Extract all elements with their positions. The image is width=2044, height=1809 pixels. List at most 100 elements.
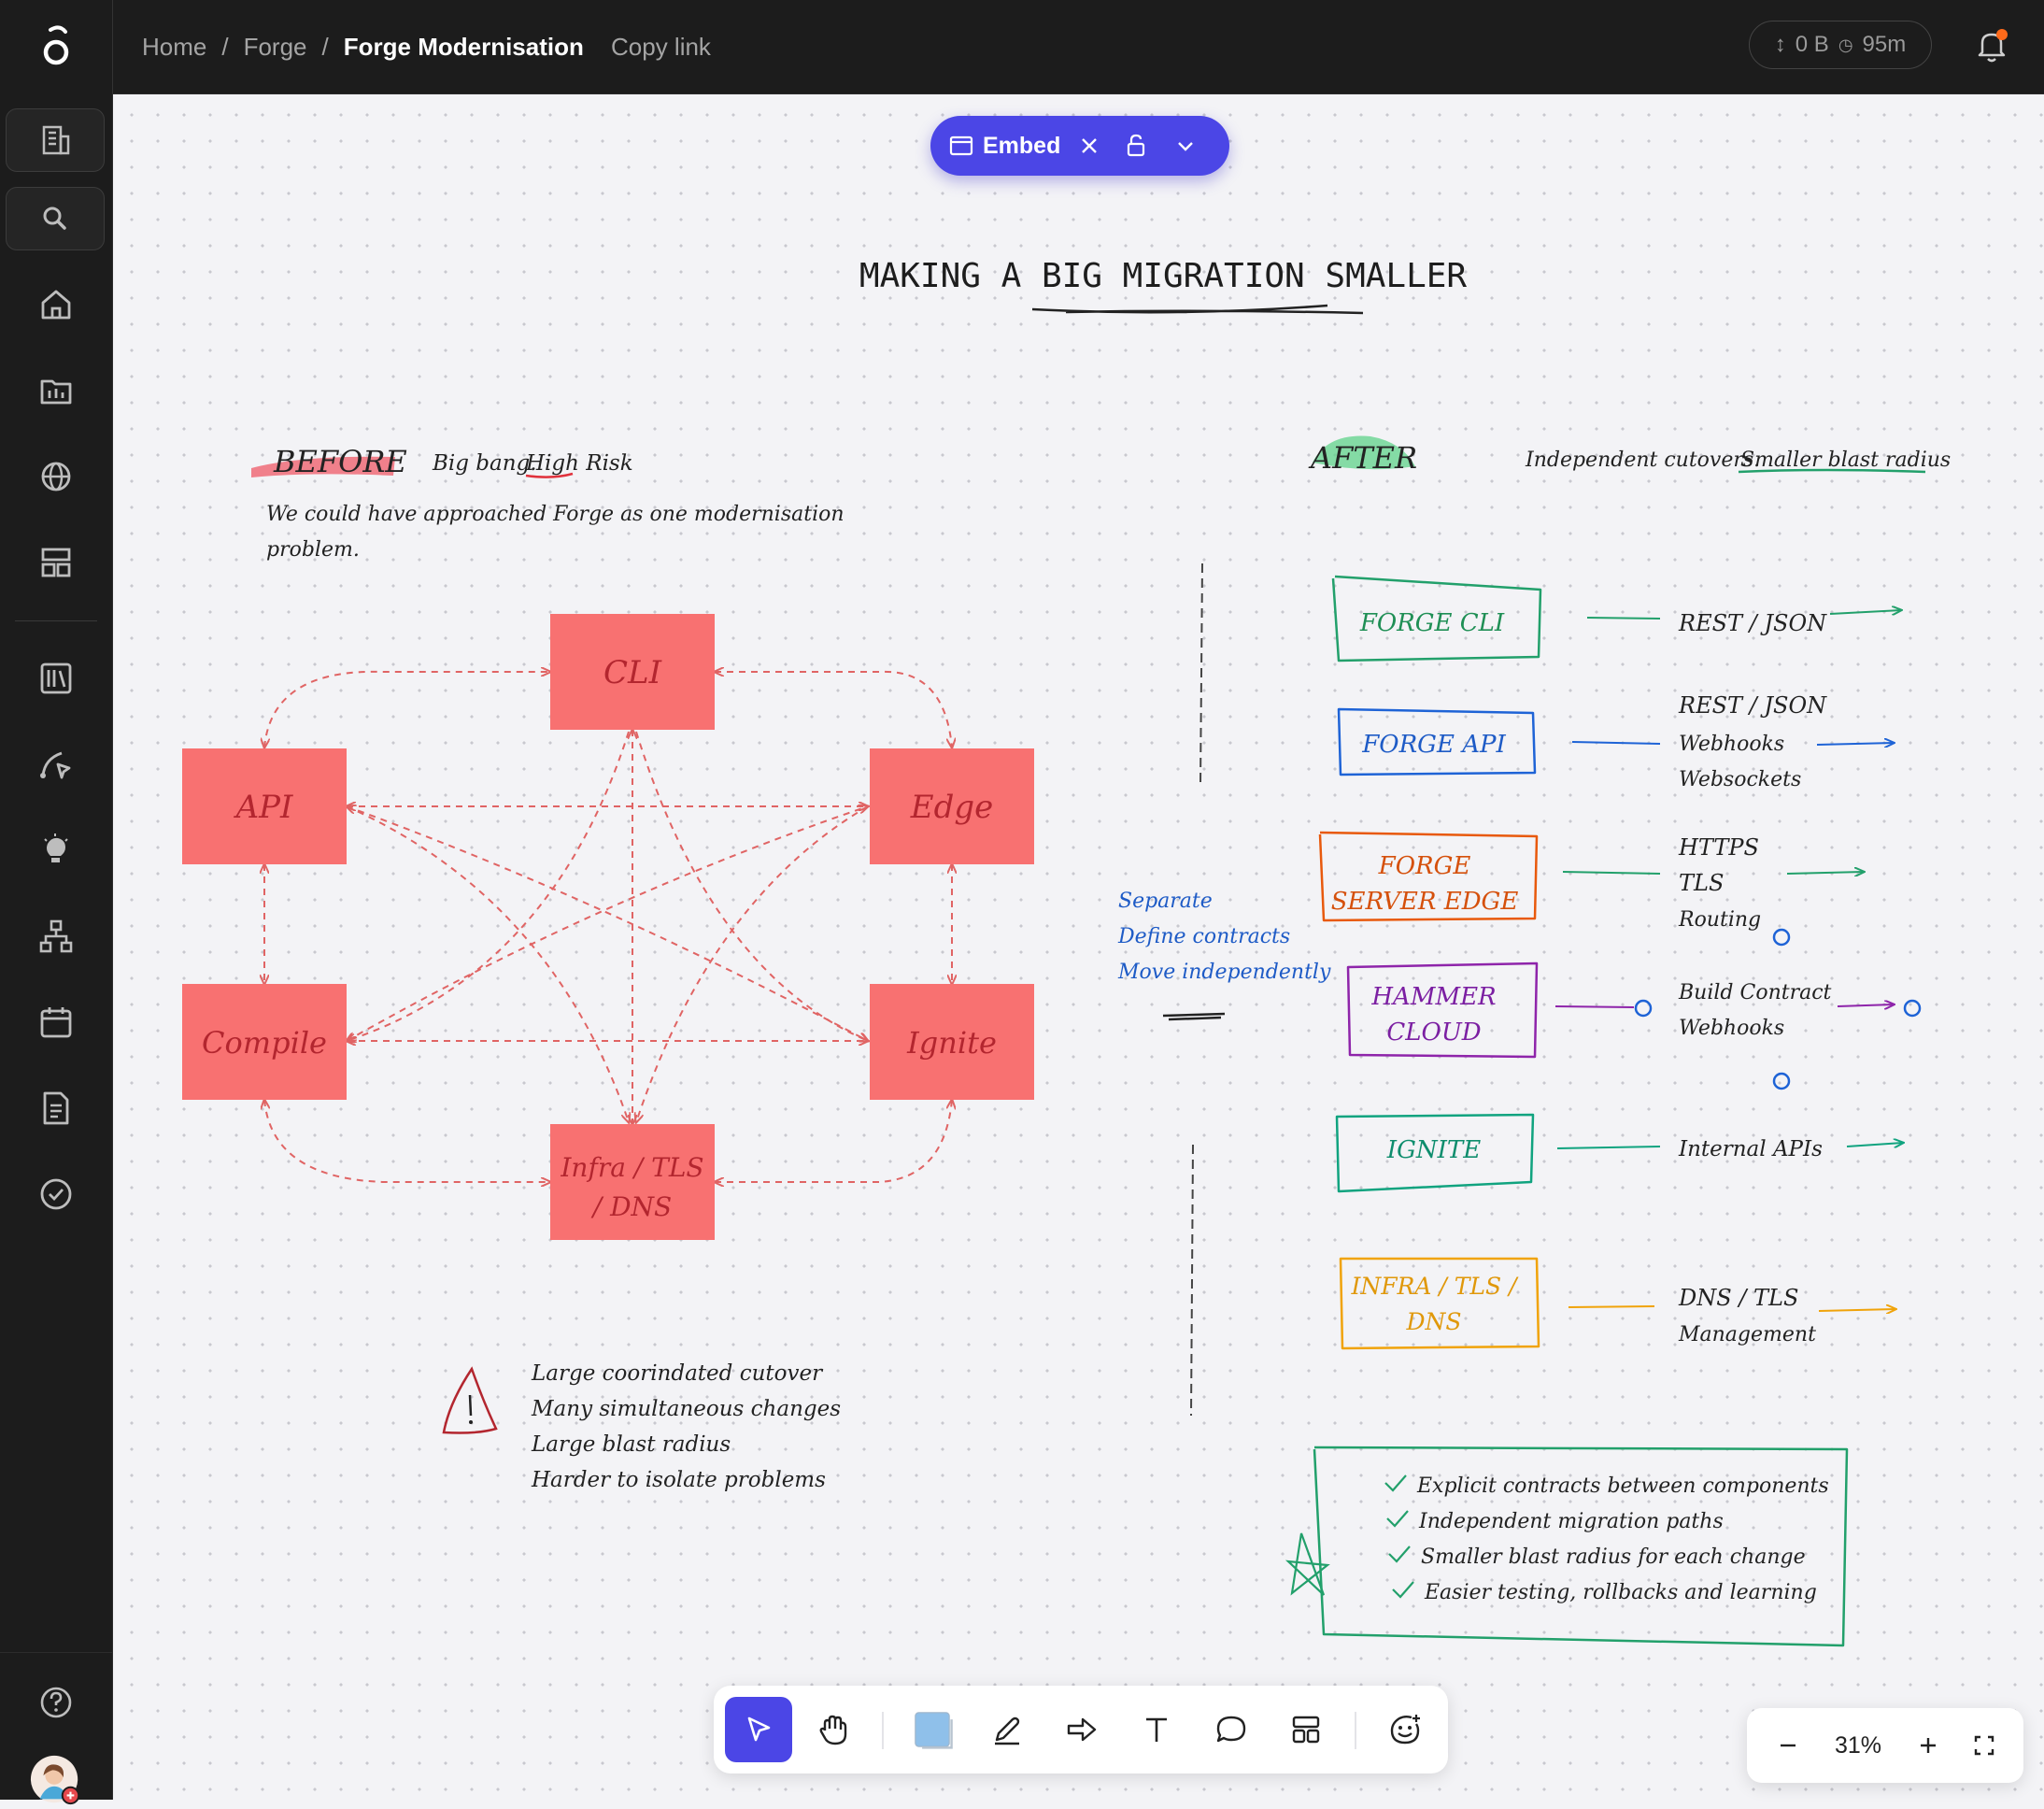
- fullscreen-button[interactable]: [1956, 1717, 2012, 1773]
- sidebar-item-templates[interactable]: [21, 534, 92, 591]
- component-name: HAMMER: [1370, 983, 1496, 1011]
- breadcrumb-separator: /: [321, 32, 329, 61]
- copy-link-button[interactable]: Copy link: [611, 28, 711, 65]
- breadcrumb-separator: /: [221, 32, 229, 61]
- unlock-icon[interactable]: [1122, 132, 1150, 160]
- risk-item: Large blast radius: [531, 1432, 731, 1457]
- sidebar-item-home[interactable]: [21, 277, 92, 333]
- arrow: [1818, 1309, 1895, 1311]
- select-tool-button[interactable]: [725, 1697, 792, 1762]
- logo-icon: [43, 25, 69, 65]
- home-icon: [41, 290, 71, 320]
- page-title[interactable]: Forge Modernisation: [344, 33, 584, 62]
- close-icon[interactable]: [1077, 134, 1101, 158]
- benefit-item: Independent migration paths: [1418, 1510, 1724, 1533]
- app-logo[interactable]: [0, 0, 113, 93]
- after-component-forge-cli[interactable]: FORGE CLI: [1331, 575, 1542, 662]
- sidebar-item-help[interactable]: [21, 1674, 92, 1731]
- sidebar-item-docs[interactable]: [21, 1080, 92, 1136]
- text-tool-button[interactable]: [1123, 1697, 1190, 1762]
- after-component-infra-tls-dns[interactable]: INFRA / TLS / DNS: [1339, 1257, 1540, 1350]
- help-icon: [40, 1687, 72, 1718]
- sidebar-item-projects[interactable]: [21, 363, 92, 419]
- after-subtitle-b: Smaller blast radius: [1740, 449, 1951, 472]
- before-node-infra[interactable]: Infra / TLS / DNS: [550, 1124, 715, 1240]
- after-component-forge-server-edge[interactable]: FORGE SERVER EDGE: [1318, 831, 1539, 922]
- embed-icon: [947, 132, 975, 160]
- anchor-dot[interactable]: [1634, 999, 1653, 1018]
- whiteboard-canvas[interactable]: MAKING A BIG MIGRATION SMALLER BEFORE Bi…: [113, 94, 2044, 1800]
- templates-tool-button[interactable]: [1272, 1697, 1340, 1762]
- check-icon: [1384, 1474, 1414, 1599]
- breadcrumb: Home / Forge / Forge Modernisation: [142, 28, 584, 65]
- before-subtitle-a: Big bang.: [432, 451, 537, 476]
- connector-line: [1568, 1305, 1655, 1308]
- before-node-edge[interactable]: Edge: [870, 748, 1034, 864]
- bell-icon: [1978, 29, 2008, 63]
- reactions-button[interactable]: [1371, 1697, 1439, 1762]
- risk-item: Many simultaneous changes: [531, 1397, 841, 1421]
- sidebar-item-web[interactable]: [21, 449, 92, 505]
- arrow: [1846, 1143, 1903, 1147]
- sidebar-divider: [0, 1652, 112, 1653]
- note-separate: Separate: [1118, 890, 1213, 913]
- component-name: DNS: [1405, 1308, 1461, 1335]
- after-component-hammer-cloud[interactable]: HAMMER CLOUD: [1346, 961, 1539, 1059]
- pen-tool-button[interactable]: [973, 1697, 1041, 1762]
- anchor-dot[interactable]: [1903, 999, 1922, 1018]
- sidebar-item-draw[interactable]: [21, 736, 92, 792]
- breadcrumb-home[interactable]: Home: [142, 33, 206, 62]
- warning-icon: [442, 1366, 498, 1434]
- pen-icon: [995, 1716, 1020, 1745]
- document-icon: [43, 1091, 69, 1125]
- component-name: CLOUD: [1386, 1018, 1481, 1047]
- sidebar-item-tasks[interactable]: [21, 1166, 92, 1222]
- before-node-ignite[interactable]: Ignite: [870, 984, 1034, 1100]
- component-name: INFRA / TLS /: [1350, 1273, 1519, 1300]
- zoom-out-button[interactable]: [1760, 1717, 1816, 1773]
- sidebar-item-ideas[interactable]: [21, 822, 92, 878]
- risk-item: Large coorindated cutover: [531, 1361, 824, 1386]
- anchor-dot[interactable]: [1772, 928, 1791, 947]
- sidebar-item-library[interactable]: [21, 650, 92, 706]
- contract-text: REST / JSON: [1678, 610, 1827, 636]
- title-underline: [1031, 304, 1364, 315]
- before-desc-line2: problem.: [266, 538, 360, 562]
- sidebar-item-calendar[interactable]: [21, 994, 92, 1050]
- connector-line: [1556, 1146, 1661, 1149]
- status-pill[interactable]: ↕ 0 B ◷ 95m: [1749, 21, 1932, 69]
- sidebar-item-search[interactable]: [6, 187, 105, 250]
- chevron-down-icon[interactable]: [1174, 135, 1197, 157]
- anchor-dot[interactable]: [1772, 1072, 1791, 1090]
- before-node-api[interactable]: API: [182, 748, 347, 864]
- divider-line: [1190, 1144, 1194, 1417]
- comment-tool-button[interactable]: [1198, 1697, 1265, 1762]
- contract-text: DNS / TLS: [1678, 1285, 1798, 1311]
- minus-icon: [1781, 1744, 1796, 1747]
- divider-line: [1199, 563, 1203, 785]
- breadcrumb-forge[interactable]: Forge: [244, 33, 307, 62]
- arrow-tool-button[interactable]: [1048, 1697, 1115, 1762]
- hand-tool-button[interactable]: [800, 1697, 867, 1762]
- after-component-ignite[interactable]: IGNITE: [1335, 1113, 1535, 1193]
- node-label: Edge: [910, 789, 993, 826]
- avatar[interactable]: [21, 1753, 92, 1809]
- node-label: API: [234, 789, 293, 826]
- after-component-forge-api[interactable]: FORGE API: [1337, 707, 1537, 776]
- benefit-item: Easier testing, rollbacks and learning: [1424, 1581, 1817, 1604]
- sticky-note-icon: [915, 1712, 953, 1749]
- benefit-item: Smaller blast radius for each change: [1421, 1545, 1806, 1569]
- before-node-cli[interactable]: CLI: [550, 614, 715, 730]
- embed-label[interactable]: Embed: [983, 133, 1060, 160]
- toolbar-divider: [882, 1712, 884, 1749]
- sticky-note-tool-button[interactable]: [899, 1697, 966, 1762]
- zoom-in-button[interactable]: [1900, 1717, 1956, 1773]
- storage-icon: ↕: [1774, 32, 1786, 57]
- sidebar-item-org[interactable]: [21, 908, 92, 964]
- zoom-level: 31%: [1834, 1731, 1882, 1759]
- before-node-compile[interactable]: Compile: [182, 984, 347, 1100]
- notifications-button[interactable]: [1971, 24, 2012, 65]
- comment-icon: [1216, 1716, 1246, 1743]
- sidebar-item-workspace[interactable]: [6, 108, 105, 172]
- globe-icon: [41, 462, 71, 491]
